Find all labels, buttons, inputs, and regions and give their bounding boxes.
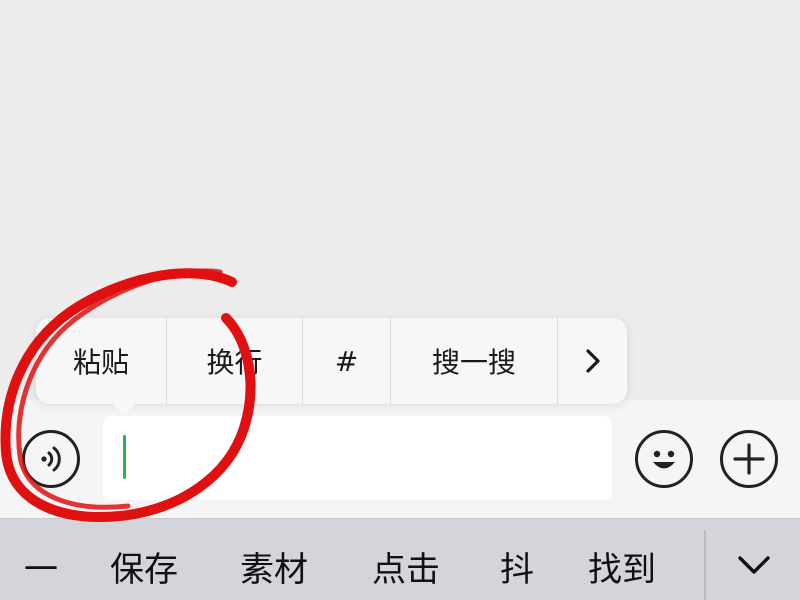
message-input[interactable]	[103, 416, 612, 500]
menu-item-hashtag[interactable]: #	[303, 318, 391, 404]
suggestion-item[interactable]: 点击	[372, 545, 440, 595]
collapse-keyboard-button[interactable]	[724, 540, 784, 590]
chevron-down-icon	[738, 556, 770, 574]
more-actions-button[interactable]	[720, 430, 778, 488]
plus-icon	[733, 443, 765, 475]
suggestion-divider	[704, 530, 706, 600]
suggestion-item[interactable]: 抖	[500, 545, 534, 595]
menu-item-newline[interactable]: 换行	[167, 318, 303, 404]
suggestion-item[interactable]: 保存	[110, 545, 178, 595]
emoji-button[interactable]	[635, 430, 693, 488]
text-cursor	[123, 435, 126, 479]
suggestion-item[interactable]: 一	[24, 545, 58, 595]
voice-button[interactable]	[22, 430, 80, 488]
menu-pointer-arrow	[110, 401, 138, 415]
chat-screen: 粘贴 换行 # 搜一搜 一 保存 素材 点击 抖 找到	[0, 0, 800, 600]
menu-more-button[interactable]	[558, 318, 627, 404]
suggestion-item[interactable]: 找到	[588, 545, 656, 595]
voice-icon	[41, 446, 61, 472]
text-context-menu: 粘贴 换行 # 搜一搜	[36, 318, 627, 404]
menu-item-search[interactable]: 搜一搜	[391, 318, 558, 404]
chevron-right-icon	[585, 349, 600, 373]
suggestion-item[interactable]: 素材	[240, 545, 308, 595]
emoji-icon	[653, 450, 675, 469]
menu-item-paste[interactable]: 粘贴	[36, 318, 167, 404]
